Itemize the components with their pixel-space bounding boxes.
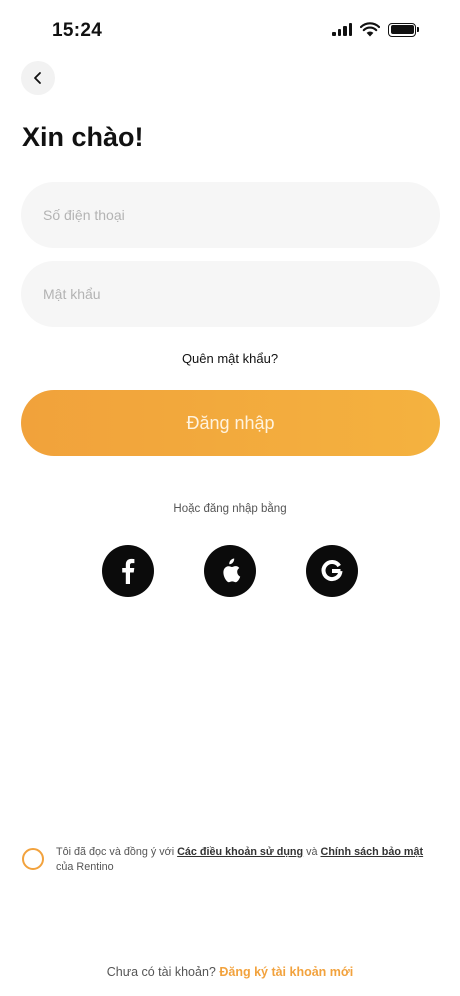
facebook-icon: [122, 558, 135, 584]
facebook-login-button[interactable]: [102, 545, 154, 597]
social-login-label: Hoặc đăng nhập bằng: [173, 503, 287, 515]
privacy-policy-link[interactable]: Chính sách bảo mật: [321, 846, 424, 858]
signup-prompt: Chưa có tài khoản?: [106, 965, 216, 979]
chevron-left-icon: [34, 72, 41, 84]
google-icon: [321, 560, 343, 581]
terms-and: và: [306, 846, 318, 858]
terms-agreement: Tôi đã đọc và đồng ý với Các điều khoản …: [22, 845, 442, 875]
login-button[interactable]: Đăng nhập: [21, 390, 440, 456]
status-icons: [332, 22, 419, 37]
signup-row: Chưa có tài khoản? Đăng ký tài khoản mới: [0, 965, 460, 979]
status-time: 15:24: [52, 20, 103, 41]
terms-checkbox[interactable]: [22, 848, 44, 870]
status-bar: 15:24: [0, 0, 460, 64]
terms-of-use-link[interactable]: Các điều khoản sử dụng: [177, 846, 303, 858]
terms-prefix: Tôi đã đọc và đồng ý với: [56, 846, 175, 858]
page-title: Xin chào!: [22, 122, 144, 152]
forgot-password-link[interactable]: Quên mật khẩu?: [182, 351, 278, 366]
apple-login-button[interactable]: [204, 545, 256, 597]
signal-icon: [332, 23, 352, 36]
terms-suffix: của Rentino: [56, 861, 114, 873]
apple-icon: [223, 558, 241, 583]
phone-input[interactable]: [21, 182, 440, 248]
signup-link[interactable]: Đăng ký tài khoản mới: [219, 965, 353, 979]
back-button[interactable]: [21, 61, 55, 95]
battery-icon: [388, 22, 419, 37]
terms-text: Tôi đã đọc và đồng ý với Các điều khoản …: [56, 845, 423, 875]
forgot-password-row: Quên mật khẩu?: [0, 351, 460, 366]
wifi-icon: [360, 22, 380, 37]
password-input[interactable]: [21, 261, 440, 327]
google-login-button[interactable]: [306, 545, 358, 597]
